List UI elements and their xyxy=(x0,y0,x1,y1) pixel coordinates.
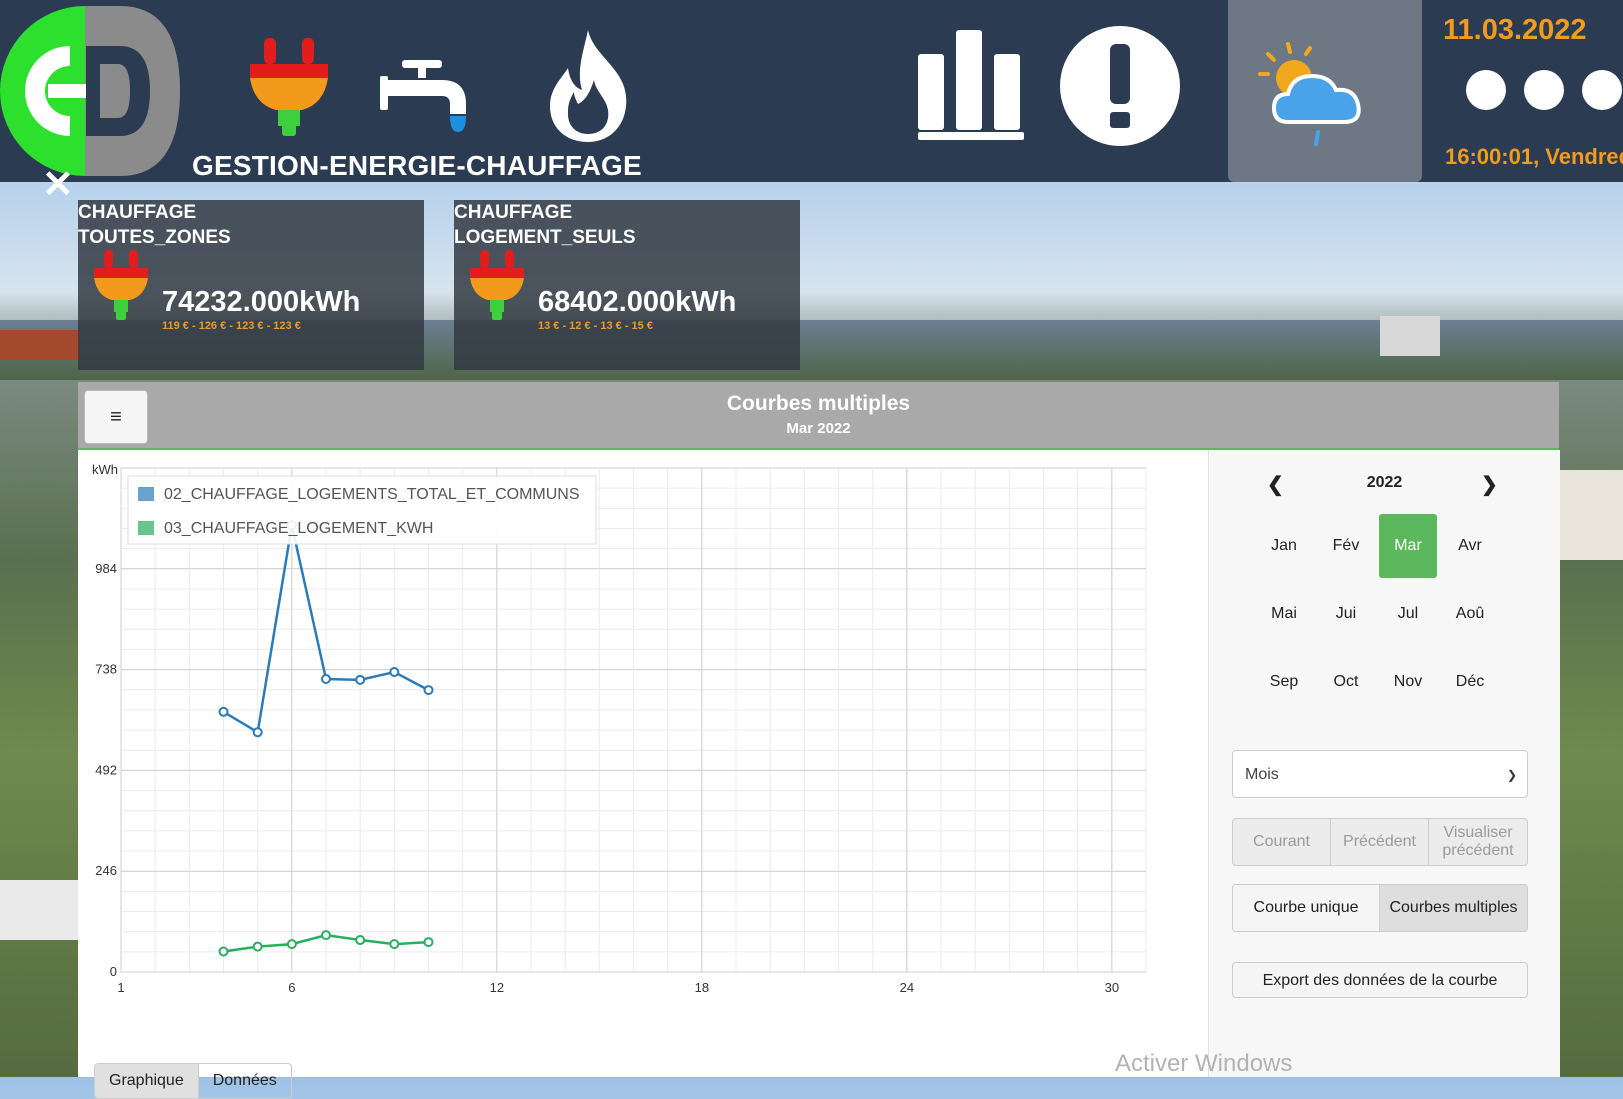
x-tick-label: 1 xyxy=(117,980,124,995)
current-period-button[interactable]: Courant xyxy=(1233,819,1331,865)
month-jan[interactable]: Jan xyxy=(1255,514,1313,578)
chart-panel: ≡ Courbes multiples Mar 2022 1 6 12 18 24 30 0… xyxy=(78,382,1560,1099)
bar-chart-icon[interactable] xyxy=(918,30,1026,142)
data-point[interactable] xyxy=(252,941,263,952)
panel-title: Courbes multiples xyxy=(726,392,911,415)
stat-card-all-zones[interactable]: CHAUFFAGE TOUTES_ZONES 74232.000kWh 119 … xyxy=(78,200,424,370)
current-time: 16:00:01, Vendredi xyxy=(1445,144,1623,169)
legend-swatch[interactable] xyxy=(138,487,154,501)
line-chart[interactable]: 1 6 12 18 24 30 0 246 492 738 984 kWh 02_CHAUFFAGE_L… xyxy=(78,450,1208,1010)
background-car xyxy=(0,880,78,940)
weather-widget[interactable] xyxy=(1228,0,1422,182)
stat-card-housing-only[interactable]: CHAUFFAGE LOGEMENT_SEULS 68402.000kWh 13… xyxy=(454,200,800,370)
more-dot-icon[interactable] xyxy=(1582,70,1622,110)
data-point[interactable] xyxy=(423,685,434,696)
data-point[interactable] xyxy=(321,930,331,941)
month-mai[interactable]: Mai xyxy=(1255,582,1313,646)
card-costs: 13 € - 12 € - 13 € - 15 € xyxy=(538,320,653,332)
y-tick-label: 984 xyxy=(95,561,117,576)
top-bar: ✕ 11.03.2022 16:00:01, Vendredi GESTION-… xyxy=(0,0,1623,204)
data-view-button[interactable]: Données xyxy=(199,1064,291,1098)
card-value: 68402.000kWh xyxy=(538,286,737,318)
x-tick-label: 30 xyxy=(1105,980,1119,995)
fire-icon[interactable] xyxy=(546,30,630,142)
graph-view-button[interactable]: Graphique xyxy=(95,1064,199,1098)
app-title: GESTION-ENERGIE-CHAUFFAGE xyxy=(192,150,642,181)
windows-activation-watermark: Activer Windows xyxy=(1115,1050,1293,1077)
year-label: 2022 xyxy=(1366,474,1403,491)
month-jui[interactable]: Jui xyxy=(1317,582,1375,646)
month-fév[interactable]: Fév xyxy=(1317,514,1375,578)
multiple-curves-button[interactable]: Courbes multiples xyxy=(1380,885,1527,931)
date-sidebar: ❮ 2022 ❯ Jan Fév Mar Avr Mai Jui Jul Aoû Sep Oct N… xyxy=(1208,450,1560,1077)
data-point[interactable] xyxy=(218,946,229,957)
legend-label[interactable]: 02_CHAUFFAGE_LOGEMENTS_TOTAL_ET_COMMUNS xyxy=(164,486,580,503)
x-tick-label: 6 xyxy=(288,980,295,995)
x-tick-label: 12 xyxy=(490,980,504,995)
weather-icon xyxy=(1258,42,1361,146)
panel-subtitle: Mar 2022 xyxy=(786,420,851,437)
month-mar[interactable]: Mar xyxy=(1379,514,1437,578)
chart-area: 1 6 12 18 24 30 0 246 492 738 984 kWh 02_CHAUFFAGE_L… xyxy=(78,450,1208,1099)
electricity-plug-icon[interactable] xyxy=(250,38,328,138)
legend-label[interactable]: 03_CHAUFFAGE_LOGEMENT_KWH xyxy=(164,520,433,537)
more-dot-icon[interactable] xyxy=(1524,70,1564,110)
data-point[interactable] xyxy=(286,939,297,950)
alert-icon[interactable] xyxy=(1060,26,1180,146)
data-point[interactable] xyxy=(389,667,400,678)
data-point[interactable] xyxy=(218,706,229,717)
electricity-plug-icon xyxy=(94,250,148,320)
card-title: CHAUFFAGE LOGEMENT_SEULS xyxy=(454,202,636,248)
y-tick-label: 738 xyxy=(95,662,117,677)
period-nav-group: Courant Précédent Visualiser précédent xyxy=(1232,818,1528,866)
period-select[interactable]: Mois ❯ xyxy=(1232,750,1528,798)
chevron-down-icon: ❯ xyxy=(1506,768,1517,782)
panel-header: ≡ Courbes multiples Mar 2022 xyxy=(78,382,1559,450)
more-dot-icon[interactable] xyxy=(1466,70,1506,110)
view-previous-button[interactable]: Visualiser précédent xyxy=(1429,819,1527,865)
y-tick-label: 246 xyxy=(95,863,117,878)
month-aoû[interactable]: Aoû xyxy=(1441,582,1499,646)
month-avr[interactable]: Avr xyxy=(1441,514,1499,578)
single-curve-button[interactable]: Courbe unique xyxy=(1233,885,1380,931)
legend-swatch[interactable] xyxy=(138,521,154,535)
view-toggle: Graphique Données xyxy=(94,1063,292,1099)
y-axis-label: kWh xyxy=(92,462,118,477)
month-sep[interactable]: Sep xyxy=(1255,650,1313,714)
background-roof xyxy=(0,330,80,360)
month-nov[interactable]: Nov xyxy=(1379,650,1437,714)
card-title: CHAUFFAGE TOUTES_ZONES xyxy=(78,202,231,248)
current-date: 11.03.2022 xyxy=(1443,14,1587,46)
card-costs: 119 € - 126 € - 123 € - 123 € xyxy=(162,320,301,332)
chevron-right-icon[interactable]: ❯ xyxy=(1481,472,1498,497)
app-logo-icon[interactable] xyxy=(0,6,180,176)
card-value: 74232.000kWh xyxy=(162,286,361,318)
y-tick-label: 492 xyxy=(95,762,117,777)
water-tap-icon[interactable] xyxy=(380,56,472,134)
data-point[interactable] xyxy=(252,727,263,738)
data-point[interactable] xyxy=(423,937,434,948)
data-point[interactable] xyxy=(389,939,400,950)
export-data-button[interactable]: Export des données de la courbe xyxy=(1232,962,1528,998)
x-tick-label: 18 xyxy=(695,980,709,995)
y-tick-label: 0 xyxy=(110,964,117,979)
previous-period-button[interactable]: Précédent xyxy=(1331,819,1429,865)
data-point[interactable] xyxy=(355,935,366,946)
data-point[interactable] xyxy=(321,674,331,685)
background-building xyxy=(1380,316,1440,356)
close-icon[interactable]: ✕ xyxy=(42,166,74,204)
month-déc[interactable]: Déc xyxy=(1441,650,1499,714)
data-point[interactable] xyxy=(355,674,366,685)
curve-mode-group: Courbe unique Courbes multiples xyxy=(1232,884,1528,932)
month-jul[interactable]: Jul xyxy=(1379,582,1437,646)
x-tick-label: 24 xyxy=(900,980,914,995)
electricity-plug-icon xyxy=(470,250,524,320)
month-oct[interactable]: Oct xyxy=(1317,650,1375,714)
